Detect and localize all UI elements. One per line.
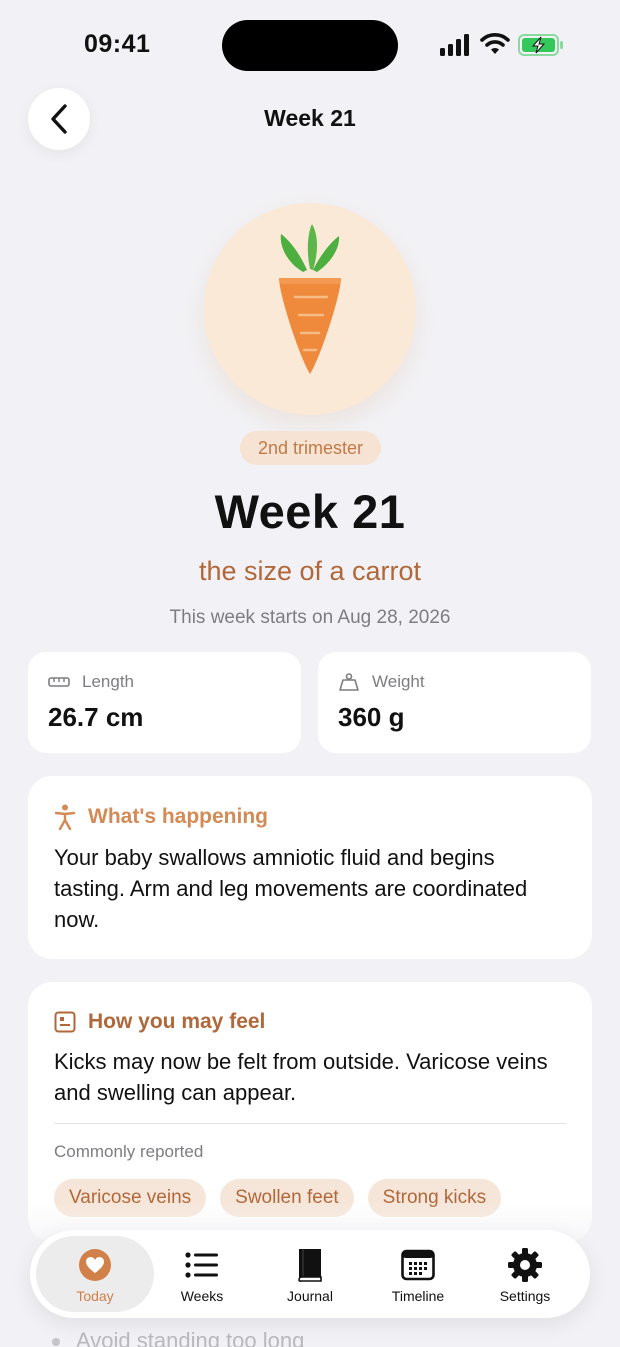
tab-journal[interactable]: Journal [278, 1230, 342, 1318]
dynamic-island [222, 20, 398, 71]
carrot-icon [279, 224, 341, 374]
weight-label: Weight [372, 672, 425, 691]
tab-label: Settings [499, 1288, 551, 1304]
how-you-may-feel-text: Kicks may now be felt from outside. Vari… [54, 1049, 548, 1105]
length-label: Length [82, 672, 134, 691]
whats-happening-title: What's happening [88, 805, 268, 828]
length-value: 26.7 cm [48, 702, 144, 732]
divider [54, 1123, 566, 1124]
tab-label: Weeks [180, 1288, 224, 1304]
whats-happening-text: Your baby swallows amniotic fluid and be… [54, 845, 528, 932]
trimester-badge: 2nd trimester [240, 431, 381, 465]
battery-charging-icon [518, 34, 563, 56]
tab-bar: Today Weeks Journal Timeline Settings [30, 1230, 590, 1318]
how-you-may-feel-title: How you may feel [88, 1010, 266, 1033]
heart-icon [77, 1247, 113, 1283]
gear-icon [507, 1247, 543, 1283]
tab-settings[interactable]: Settings [492, 1230, 558, 1318]
status-bar: 09:41 [0, 0, 620, 90]
weight-card: Weight 360 g [318, 652, 591, 753]
tab-today[interactable]: Today [36, 1230, 154, 1318]
weight-value: 360 g [338, 702, 405, 732]
cellular-signal-icon [440, 34, 469, 56]
size-comparison: the size of a carrot [198, 556, 422, 586]
tab-label: Today [76, 1288, 114, 1304]
nav-title: Week 21 [264, 105, 356, 131]
commonly-reported-label: Commonly reported [54, 1142, 204, 1161]
status-time: 09:41 [84, 30, 151, 58]
whats-happening-card: What's happening Your baby swallows amni… [28, 776, 592, 959]
tab-label: Timeline [391, 1288, 445, 1304]
tab-label: Journal [287, 1288, 333, 1304]
tip-text: Avoid standing too long [76, 1328, 305, 1347]
list-icon [184, 1247, 220, 1283]
wifi-icon [480, 33, 510, 54]
weight-icon [339, 673, 359, 691]
tab-weeks[interactable]: Weeks [172, 1230, 232, 1318]
tip-list-item: Avoid standing too long [52, 1328, 304, 1347]
bullet-icon [52, 1338, 60, 1347]
calendar-icon [400, 1247, 436, 1283]
figure-icon [54, 804, 76, 830]
length-card: Length 26.7 cm [28, 652, 301, 753]
week-start-date: This week starts on Aug 28, 2026 [169, 607, 451, 628]
week-heading: Week 21 [214, 485, 406, 538]
tab-timeline[interactable]: Timeline [380, 1230, 456, 1318]
notes-icon [54, 1011, 76, 1033]
ruler-icon [48, 677, 70, 687]
book-icon [292, 1247, 328, 1283]
